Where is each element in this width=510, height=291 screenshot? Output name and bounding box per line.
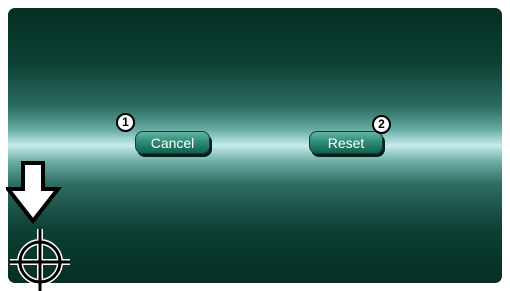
cancel-button[interactable]: Cancel [135,131,210,154]
callout-number-2: 2 [372,115,391,134]
crosshair-icon [10,229,70,291]
down-arrow-icon [6,161,62,225]
touch-screen-panel: Cancel Reset [8,8,502,283]
callout-number-1: 1 [116,113,135,132]
reset-button[interactable]: Reset [309,131,383,154]
